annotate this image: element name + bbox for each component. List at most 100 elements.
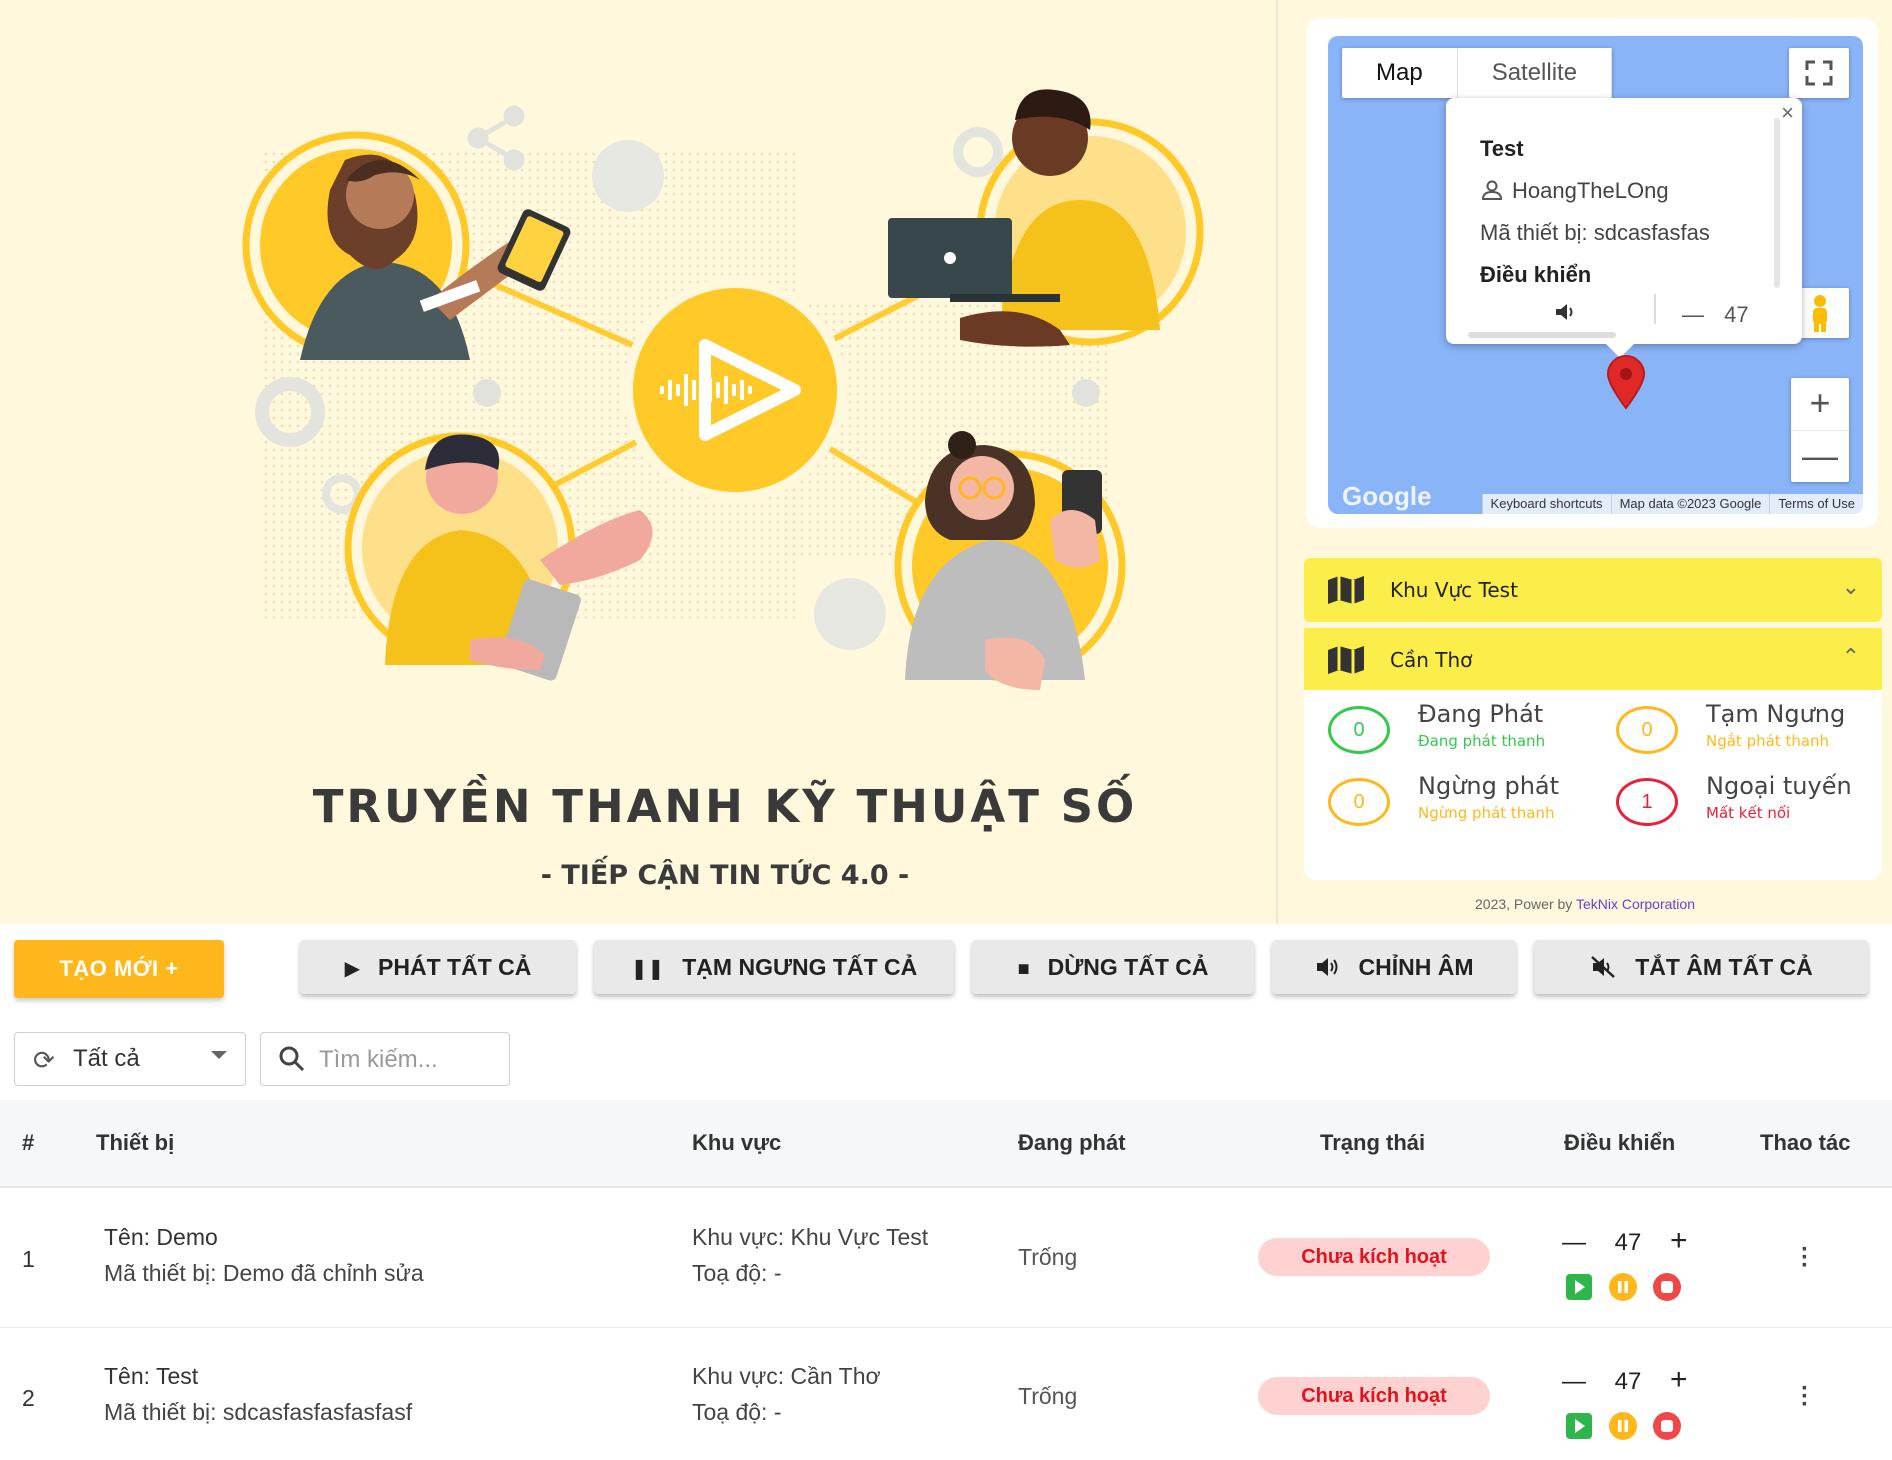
- area-item-can-tho[interactable]: Cần Thơ ⌃: [1304, 628, 1882, 692]
- device-name: Tên: Demo: [104, 1224, 218, 1250]
- google-logo: Google: [1342, 481, 1432, 511]
- play-icon[interactable]: [1564, 1272, 1594, 1302]
- playing-value: Trống: [1018, 1244, 1078, 1270]
- col-status: Trạng thái: [1320, 1130, 1426, 1155]
- terms-link[interactable]: Terms of Use: [1769, 494, 1863, 514]
- table-row[interactable]: 1 Tên: Demo Mã thiết bị: Demo đã chỉnh s…: [0, 1190, 1892, 1328]
- info-scrollbar[interactable]: [1774, 118, 1780, 288]
- info-horizontal-scrollbar[interactable]: [1468, 332, 1616, 338]
- stat-count: 0: [1328, 706, 1390, 754]
- company-link[interactable]: TekNix Corporation: [1576, 896, 1695, 912]
- mute-icon: [1589, 942, 1617, 996]
- search-input[interactable]: [319, 1045, 499, 1075]
- volume-plus-button[interactable]: +: [1670, 1363, 1688, 1397]
- dropdown-arrow-icon: [211, 1051, 227, 1059]
- area-label: Khu Vực Test: [1390, 578, 1518, 602]
- volume-plus-button[interactable]: +: [1670, 1224, 1688, 1258]
- volume-value: 47: [1614, 1368, 1642, 1395]
- status-summary: 0 Đang Phát Đang phát thanh 0 Tạm Ngưng …: [1304, 690, 1882, 880]
- powered-prefix: 2023, Power by: [1475, 896, 1573, 912]
- fullscreen-button[interactable]: [1789, 48, 1849, 98]
- play-all-button[interactable]: ▶ PHÁT TẤT CẢ: [300, 940, 576, 994]
- stat-subtitle: Ngắt phát thanh: [1706, 732, 1830, 750]
- area-item-khu-vuc-test[interactable]: Khu Vực Test ⌄: [1304, 558, 1882, 622]
- google-map[interactable]: Map Satellite + — × Test HoangTheLOng Mã…: [1328, 36, 1863, 514]
- status-badge: Chưa kích hoạt: [1258, 1377, 1490, 1415]
- refresh-icon: ⟳: [33, 1045, 55, 1075]
- play-icon: ▶: [344, 958, 361, 980]
- info-device-code: Mã thiết bị: sdcasfasfas: [1480, 220, 1710, 245]
- search-icon: [279, 1046, 305, 1072]
- stat-subtitle: Mất kết nối: [1706, 804, 1791, 822]
- hero-title: TRUYỀN THANH KỸ THUẬT SỐ: [312, 780, 1138, 833]
- status-filter-select[interactable]: ⟳ Tất cả: [14, 1032, 246, 1086]
- stat-count: 1: [1616, 778, 1678, 826]
- info-control-label: Điều khiển: [1480, 262, 1592, 287]
- row-index: 1: [22, 1246, 35, 1272]
- map-type-map[interactable]: Map: [1342, 48, 1458, 98]
- volume-minus-button[interactable]: —: [1562, 1368, 1586, 1396]
- map-data-label: Map data ©2023 Google: [1610, 494, 1770, 514]
- row-menu-icon[interactable]: · · ·: [1800, 1238, 1810, 1278]
- pause-icon[interactable]: [1608, 1411, 1638, 1441]
- col-device: Thiết bị: [96, 1130, 175, 1155]
- device-name: Tên: Test: [104, 1363, 199, 1389]
- volume-control: — 47 +: [1562, 1224, 1688, 1258]
- create-new-button[interactable]: TẠO MỚI +: [14, 940, 224, 998]
- col-control: Điều khiển: [1564, 1130, 1676, 1155]
- stat-title: Ngừng phát: [1418, 772, 1560, 800]
- row-menu-icon[interactable]: · · ·: [1800, 1377, 1810, 1417]
- device-coords: Toạ độ: -: [692, 1260, 782, 1286]
- volume-minus-button[interactable]: —: [1562, 1229, 1586, 1257]
- pause-all-label: TẠM NGƯNG TẤT CẢ: [682, 954, 918, 980]
- device-area: Khu vực: Khu Vực Test: [692, 1224, 929, 1250]
- zoom-control: + —: [1791, 378, 1849, 482]
- adjust-volume-label: CHỈNH ÂM: [1358, 954, 1474, 980]
- speaker-icon[interactable]: [1554, 302, 1578, 328]
- info-title: Test: [1480, 136, 1524, 161]
- map-info-window: × Test HoangTheLOng Mã thiết bị: sdcasfa…: [1446, 98, 1802, 358]
- col-playing: Đang phát: [1018, 1130, 1126, 1155]
- pause-all-button[interactable]: ❚❚ TẠM NGƯNG TẤT CẢ: [594, 940, 954, 994]
- info-user: HoangTheLOng: [1480, 178, 1669, 204]
- table-row[interactable]: 2 Tên: Test Mã thiết bị: sdcasfasfasfasf…: [0, 1329, 1892, 1460]
- col-actions: Thao tác: [1760, 1130, 1851, 1155]
- info-volume-value: 47: [1724, 302, 1749, 327]
- device-area: Khu vực: Cần Thơ: [692, 1363, 881, 1389]
- zoom-out-button[interactable]: —: [1791, 430, 1849, 482]
- fullscreen-icon: [1805, 60, 1833, 86]
- area-label: Cần Thơ: [1390, 648, 1473, 672]
- keyboard-shortcuts-link[interactable]: Keyboard shortcuts: [1481, 494, 1611, 514]
- info-username: HoangTheLOng: [1512, 178, 1669, 203]
- mute-all-button[interactable]: TẮT ÂM TẤT CẢ: [1534, 940, 1868, 994]
- pause-icon: ❚❚: [630, 958, 665, 980]
- info-volume-minus[interactable]: —: [1682, 302, 1704, 327]
- zoom-in-button[interactable]: +: [1791, 378, 1849, 430]
- stat-subtitle: Ngừng phát thanh: [1418, 804, 1555, 822]
- volume-icon: [1315, 942, 1341, 996]
- device-coords: Toạ độ: -: [692, 1399, 782, 1425]
- stat-count: 0: [1616, 706, 1678, 754]
- stat-subtitle: Đang phát thanh: [1418, 732, 1546, 750]
- status-filter-value: Tất cả: [73, 1045, 140, 1072]
- map-marker-icon[interactable]: [1604, 354, 1648, 410]
- map-type-satellite[interactable]: Satellite: [1458, 48, 1613, 98]
- col-index: #: [22, 1130, 35, 1155]
- search-box: [260, 1032, 510, 1086]
- pause-icon[interactable]: [1608, 1272, 1638, 1302]
- stop-all-button[interactable]: ■ DỪNG TẤT CẢ: [972, 940, 1254, 994]
- play-icon[interactable]: [1564, 1411, 1594, 1441]
- adjust-volume-button[interactable]: CHỈNH ÂM: [1272, 940, 1516, 994]
- map-type-control: Map Satellite: [1342, 48, 1613, 98]
- stop-icon: ■: [1017, 958, 1030, 980]
- info-divider: [1654, 294, 1656, 324]
- stop-icon[interactable]: [1652, 1411, 1682, 1441]
- user-icon: [1481, 180, 1503, 200]
- chevron-up-icon[interactable]: ⌃: [1842, 644, 1860, 670]
- chevron-down-icon[interactable]: ⌄: [1842, 574, 1860, 600]
- col-area: Khu vực: [692, 1130, 782, 1155]
- right-panel: Map Satellite + — × Test HoangTheLOng Mã…: [1278, 0, 1892, 924]
- info-close-button[interactable]: ×: [1781, 100, 1794, 126]
- table-header: # Thiết bị Khu vực Đang phát Trạng thái …: [0, 1100, 1892, 1188]
- stop-icon[interactable]: [1652, 1272, 1682, 1302]
